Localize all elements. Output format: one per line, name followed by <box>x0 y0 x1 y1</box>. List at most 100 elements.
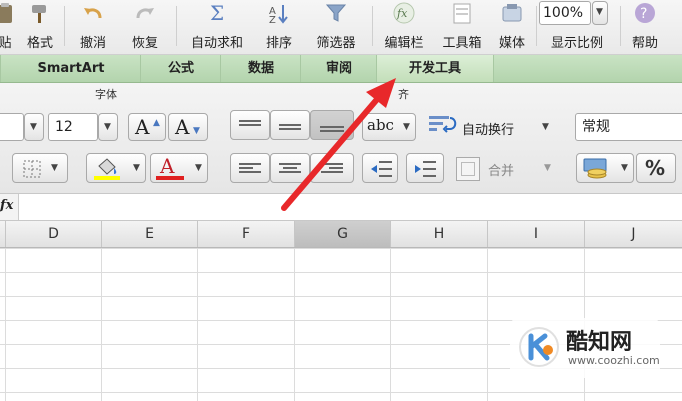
separator <box>64 6 65 46</box>
undo-icon <box>82 2 104 24</box>
chevron-down-icon[interactable]: ▼ <box>544 163 551 173</box>
decrease-indent-button[interactable] <box>362 153 398 183</box>
chevron-down-icon: ▼ <box>621 163 628 173</box>
wrap-text-button[interactable]: 自动换行 <box>462 119 514 138</box>
column-gridline <box>197 248 198 401</box>
ribbon-tab-bar: SmartArt 公式 数据 审阅 开发工具 <box>0 55 682 83</box>
column-header-h[interactable]: H <box>391 221 488 247</box>
chevron-down-icon: ▼ <box>195 163 202 173</box>
borders-button[interactable]: ▼ <box>12 153 68 183</box>
help-button[interactable]: ? 帮助 <box>622 0 668 54</box>
zoom-field[interactable]: 100% <box>539 1 591 25</box>
column-header-i[interactable]: I <box>488 221 585 247</box>
column-gridline <box>294 248 295 401</box>
wrap-text-icon <box>428 114 458 138</box>
ribbon-panel: 字体 齐 ▼ 12 ▼ A ▲ A ▼ abc ▼ 自动换行 ▼ 常规 ▼ ▼ <box>0 83 682 194</box>
redo-icon <box>134 2 156 24</box>
font-name-dropdown[interactable]: ▼ <box>24 113 44 141</box>
sigma-icon: Σ <box>206 1 228 25</box>
clipboard-icon <box>0 2 16 24</box>
fx-icon: fx <box>393 2 415 24</box>
chevron-down-icon: ▼ <box>403 122 410 132</box>
watermark-url: www.coozhi.com <box>568 354 660 367</box>
column-gridline <box>5 248 6 401</box>
align-center-button[interactable] <box>270 153 310 183</box>
chevron-down-icon: ▼ <box>30 122 37 132</box>
merge-button[interactable]: 合并 <box>488 160 514 179</box>
redo-button[interactable]: 恢复 <box>120 0 170 54</box>
paste-button[interactable]: 贴 <box>0 0 18 54</box>
svg-text:?: ? <box>640 6 647 22</box>
alignment-group-title: 齐 <box>398 88 409 101</box>
align-top-button[interactable] <box>230 110 270 140</box>
increase-indent-button[interactable] <box>406 153 444 183</box>
watermark-title: 酷知网 <box>566 329 633 355</box>
toolbox-button[interactable]: 工具箱 <box>436 0 488 54</box>
media-button[interactable]: 媒体 <box>490 0 534 54</box>
column-header-d[interactable]: D <box>6 221 102 247</box>
separator <box>176 6 177 46</box>
zoom-control[interactable]: 100% ▼ 显示比例 <box>538 0 616 54</box>
formula-bar: fx <box>0 194 682 221</box>
font-size-field[interactable]: 12 <box>48 113 98 141</box>
column-header-e[interactable]: E <box>102 221 198 247</box>
font-color-button[interactable]: A ▼ <box>150 153 208 183</box>
standard-toolbar: 贴 格式 撤消 恢复 Σ 自动求和 AZ 排序 筛选器 fx 编辑栏 工具箱 媒… <box>0 0 682 55</box>
text-orientation-button[interactable]: abc ▼ <box>362 113 416 141</box>
zoom-dropdown-button[interactable]: ▼ <box>592 1 608 25</box>
align-right-button[interactable] <box>310 153 354 183</box>
formula-input[interactable] <box>20 194 682 220</box>
column-header-g[interactable]: G <box>295 221 391 247</box>
increase-indent-icon <box>415 161 436 177</box>
column-header-f[interactable]: F <box>198 221 295 247</box>
increase-font-button[interactable]: A ▲ <box>128 113 166 141</box>
watermark: 酷知网 www.coozhi.com <box>510 318 660 378</box>
media-icon <box>501 2 523 24</box>
align-right-icon <box>321 161 343 175</box>
decrease-font-button[interactable]: A ▼ <box>168 113 208 141</box>
align-middle-button[interactable] <box>270 110 310 140</box>
align-top-icon <box>239 118 261 132</box>
arrow-up-icon: ▲ <box>153 118 160 128</box>
tab-review[interactable]: 审阅 <box>300 55 377 82</box>
column-header-j[interactable]: J <box>585 221 682 247</box>
column-gridline <box>390 248 391 401</box>
chevron-down-icon: ▼ <box>133 163 140 173</box>
coozhi-logo-icon <box>519 327 559 367</box>
chevron-down-icon[interactable]: ▼ <box>542 122 549 132</box>
toolbox-icon <box>451 2 473 24</box>
tab-developer[interactable]: 开发工具 <box>376 55 494 82</box>
column-headers: D E F G H I J <box>0 221 682 248</box>
tab-data[interactable]: 数据 <box>220 55 301 82</box>
align-left-button[interactable] <box>230 153 270 183</box>
align-bottom-button[interactable] <box>310 110 354 140</box>
undo-button[interactable]: 撤消 <box>70 0 116 54</box>
filter-button[interactable]: 筛选器 <box>306 0 366 54</box>
fill-color-button[interactable]: ▼ <box>86 153 146 183</box>
number-format-field[interactable]: 常规 <box>575 113 682 141</box>
svg-text:Z: Z <box>269 15 276 24</box>
font-name-field[interactable] <box>0 113 24 141</box>
formula-bar-toggle[interactable]: fx 编辑栏 <box>376 0 432 54</box>
merge-icon <box>456 157 480 181</box>
chevron-down-icon: ▼ <box>104 122 111 132</box>
currency-format-button[interactable]: ▼ <box>576 153 634 183</box>
help-icon: ? <box>634 2 656 24</box>
percent-style-button[interactable]: % <box>636 153 676 183</box>
tab-formulas[interactable]: 公式 <box>140 55 221 82</box>
column-gridline <box>101 248 102 401</box>
insert-function-button[interactable]: fx <box>0 194 19 220</box>
align-bottom-icon <box>320 124 344 134</box>
paintbrush-icon <box>29 2 51 24</box>
column-gridline <box>487 248 488 401</box>
tab-smartart[interactable]: SmartArt <box>0 55 141 82</box>
sort-button[interactable]: AZ 排序 <box>256 0 302 54</box>
separator <box>620 6 621 46</box>
borders-icon <box>23 160 41 178</box>
font-group-title: 字体 <box>95 88 117 101</box>
autosum-button[interactable]: Σ 自动求和 <box>182 0 252 54</box>
font-size-dropdown[interactable]: ▼ <box>98 113 118 141</box>
separator <box>536 6 537 46</box>
align-left-icon <box>239 161 261 175</box>
format-painter-button[interactable]: 格式 <box>20 0 60 54</box>
